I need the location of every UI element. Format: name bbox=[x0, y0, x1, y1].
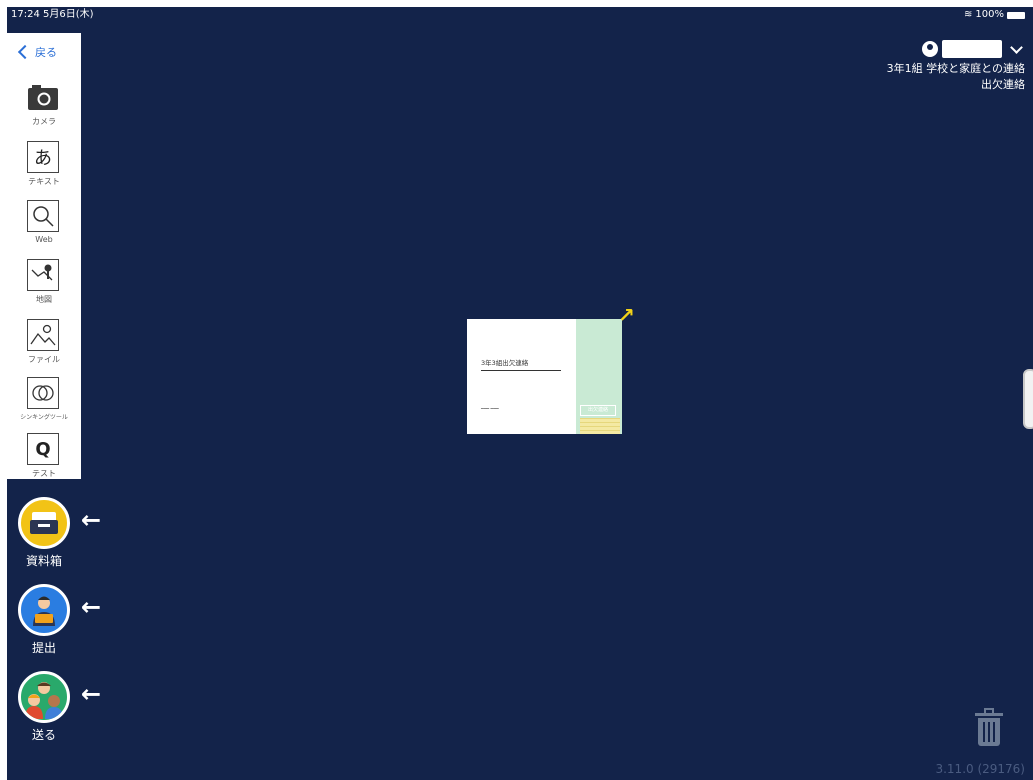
magnifier-icon bbox=[27, 200, 59, 232]
arrow-left-icon: ← bbox=[81, 593, 102, 621]
thinking-tool-icon bbox=[27, 377, 59, 409]
wifi-icon: ≋ bbox=[964, 9, 973, 20]
user-avatar-icon bbox=[922, 41, 938, 57]
tool-label: シンキングツール bbox=[20, 414, 68, 421]
expand-arrow-icon[interactable]: ↗ bbox=[618, 303, 635, 327]
class-subtitle: 出欠連絡 bbox=[981, 78, 1025, 91]
tool-label: 地図 bbox=[36, 295, 52, 304]
back-label: 戻る bbox=[35, 46, 57, 59]
map-pin-icon bbox=[27, 259, 59, 291]
status-right: ≋ 100% bbox=[964, 7, 1025, 23]
camera-icon bbox=[27, 81, 59, 113]
tool-camera[interactable]: カメラ bbox=[7, 81, 81, 137]
class-name: 3年1組 学校と家庭との連絡 bbox=[886, 62, 1025, 75]
user-name-redacted bbox=[942, 40, 1002, 58]
materials-button[interactable]: 資料箱 ← bbox=[18, 497, 101, 569]
folder-tray-icon bbox=[18, 497, 70, 549]
student-submit-icon bbox=[18, 584, 70, 636]
version-label: 3.11.0 (29176) bbox=[935, 762, 1025, 776]
card-title: 3年3組出欠連絡 bbox=[481, 357, 561, 371]
tool-label: テキスト bbox=[28, 177, 60, 186]
arrow-left-icon: ← bbox=[81, 506, 102, 534]
user-area: 3年1組 学校と家庭との連絡 出欠連絡 bbox=[887, 37, 1025, 93]
battery-label: 100% bbox=[975, 9, 1004, 20]
tool-label: カメラ bbox=[32, 117, 56, 126]
tool-test[interactable]: Q テスト bbox=[7, 433, 81, 489]
people-send-icon bbox=[18, 671, 70, 723]
tool-thinking[interactable]: シンキングツール bbox=[7, 377, 81, 433]
arrow-left-icon: ← bbox=[81, 680, 102, 708]
battery-icon bbox=[1007, 11, 1025, 19]
chevron-left-icon bbox=[17, 44, 33, 60]
submit-label: 提出 bbox=[31, 641, 56, 655]
tool-text[interactable]: あ テキスト bbox=[7, 141, 81, 197]
tool-map[interactable]: 地図 bbox=[7, 259, 81, 315]
tool-web[interactable]: Web bbox=[7, 200, 81, 256]
tool-label: Web bbox=[35, 235, 53, 244]
send-label: 送る bbox=[31, 728, 56, 742]
tool-file[interactable]: ファイル bbox=[7, 319, 81, 375]
tool-label: テスト bbox=[32, 469, 56, 478]
test-q-icon: Q bbox=[27, 433, 59, 465]
submit-button[interactable]: 提出 ← bbox=[18, 584, 101, 656]
tool-label: ファイル bbox=[28, 355, 60, 364]
card-footer: ━━━ ━━━ bbox=[481, 407, 499, 412]
chevron-down-icon[interactable] bbox=[1010, 40, 1023, 54]
side-drawer-handle[interactable] bbox=[1023, 369, 1033, 429]
back-button[interactable]: 戻る bbox=[17, 41, 57, 63]
card-grid bbox=[580, 418, 620, 434]
materials-label: 資料箱 bbox=[25, 554, 62, 568]
left-toolbar: 戻る カメラ あ テキスト Web 地図 ファイル シンキングツール Q テスト bbox=[7, 33, 81, 479]
image-file-icon bbox=[27, 319, 59, 351]
user-menu[interactable] bbox=[887, 37, 1025, 61]
app-screen: 17:24 5月6日(木) ≋ 100% 戻る カメラ あ テキスト Web 地… bbox=[7, 7, 1033, 780]
send-button[interactable]: 送る ← bbox=[18, 671, 101, 743]
card-accent bbox=[576, 319, 622, 434]
material-card[interactable]: 3年3組出欠連絡 ━━━ ━━━ 出欠連絡 bbox=[467, 319, 622, 434]
status-time: 17:24 5月6日(木) bbox=[11, 9, 94, 20]
text-a-icon: あ bbox=[27, 141, 59, 173]
trash-icon[interactable] bbox=[974, 705, 1004, 747]
status-bar: 17:24 5月6日(木) ≋ 100% bbox=[7, 7, 1033, 23]
card-stamp: 出欠連絡 bbox=[580, 405, 616, 416]
